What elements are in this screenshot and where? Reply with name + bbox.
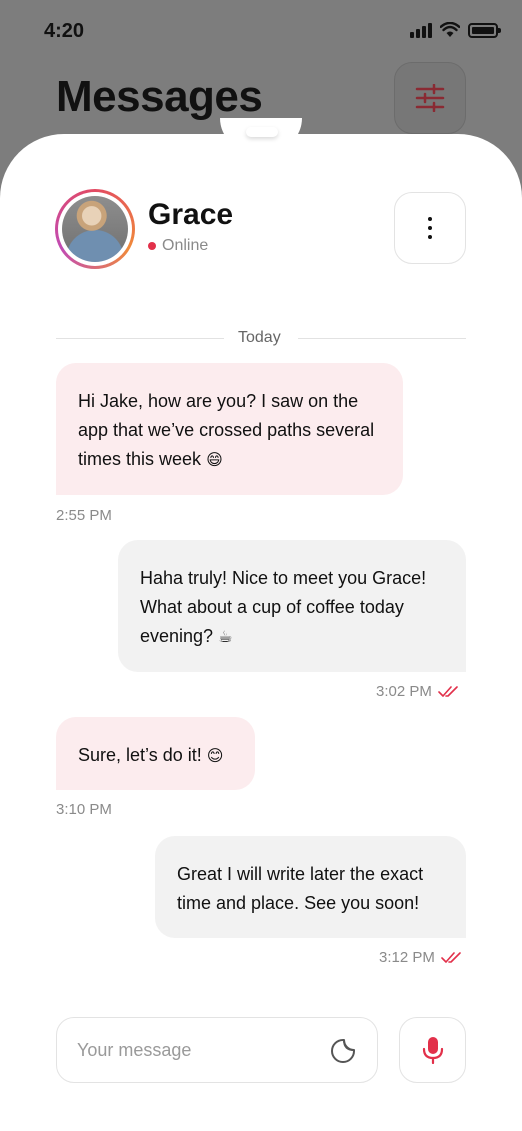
avatar[interactable] <box>55 189 135 269</box>
battery-icon <box>468 22 501 38</box>
message-text: Hi Jake, how are you? I saw on the app t… <box>78 391 375 469</box>
status-time: 4:20 <box>44 20 85 42</box>
message-time: 3:02 PM <box>376 683 432 700</box>
voice-message-button[interactable] <box>399 1017 466 1083</box>
online-status-label: Online <box>162 237 209 254</box>
message-bubble-incoming[interactable]: Sure, let’s do it! 😊 <box>56 717 255 790</box>
divider-line-right <box>298 338 466 339</box>
sliders-icon <box>415 84 445 112</box>
drag-handle[interactable] <box>246 127 278 137</box>
message-input[interactable] <box>77 1018 317 1082</box>
message-time: 3:12 PM <box>379 949 435 966</box>
message-text: Great I will write later the exact time … <box>177 864 424 913</box>
date-divider: Today <box>238 329 281 346</box>
message-text: Haha truly! Nice to meet you Grace! What… <box>140 568 427 646</box>
online-status: Online <box>148 237 208 255</box>
wifi-icon <box>440 22 460 37</box>
cellular-signal-icon <box>410 22 432 38</box>
message-time: 2:55 PM <box>56 507 112 524</box>
message-meta: 3:02 PM <box>376 683 460 700</box>
more-options-button[interactable] <box>394 192 466 264</box>
online-dot-icon <box>148 242 156 250</box>
page-title: Messages <box>56 72 263 121</box>
divider-line-left <box>56 338 224 339</box>
contact-name: Grace <box>148 198 234 231</box>
double-check-icon <box>441 951 461 963</box>
message-bubble-incoming[interactable]: Hi Jake, how are you? I saw on the app t… <box>56 363 403 495</box>
filter-button[interactable] <box>394 62 466 134</box>
sticker-icon[interactable] <box>329 1037 357 1065</box>
status-icons <box>410 22 501 38</box>
microphone-icon <box>422 1037 443 1064</box>
message-time: 3:10 PM <box>56 801 112 818</box>
coffee-emoji-icon: ☕ <box>218 627 233 646</box>
message-bubble-outgoing[interactable]: Great I will write later the exact time … <box>155 836 466 938</box>
grinning-emoji-icon: 😄 <box>206 450 223 469</box>
message-composer <box>56 1017 378 1083</box>
smiling-emoji-icon: 😊 <box>206 746 224 765</box>
more-vertical-icon <box>428 217 432 239</box>
message-bubble-outgoing[interactable]: Haha truly! Nice to meet you Grace! What… <box>118 540 466 672</box>
double-check-icon <box>438 685 458 697</box>
avatar-photo <box>62 196 128 262</box>
status-bar: 4:20 <box>0 0 522 60</box>
message-meta: 3:12 PM <box>379 949 463 966</box>
message-text: Sure, let’s do it! <box>78 745 202 765</box>
